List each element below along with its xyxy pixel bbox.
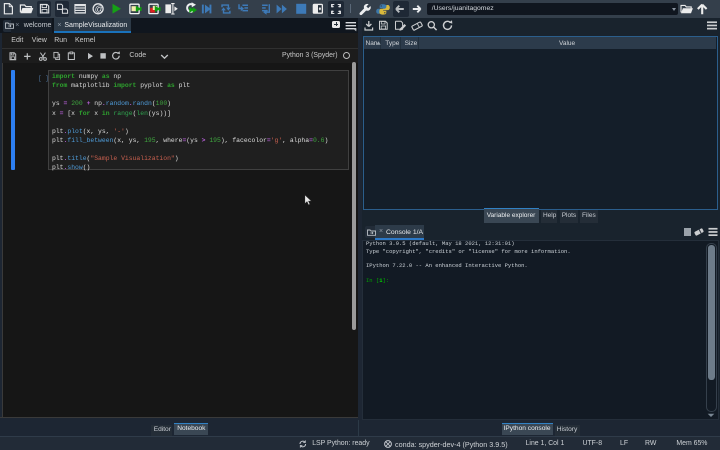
svg-text:@: @ [95,4,105,15]
